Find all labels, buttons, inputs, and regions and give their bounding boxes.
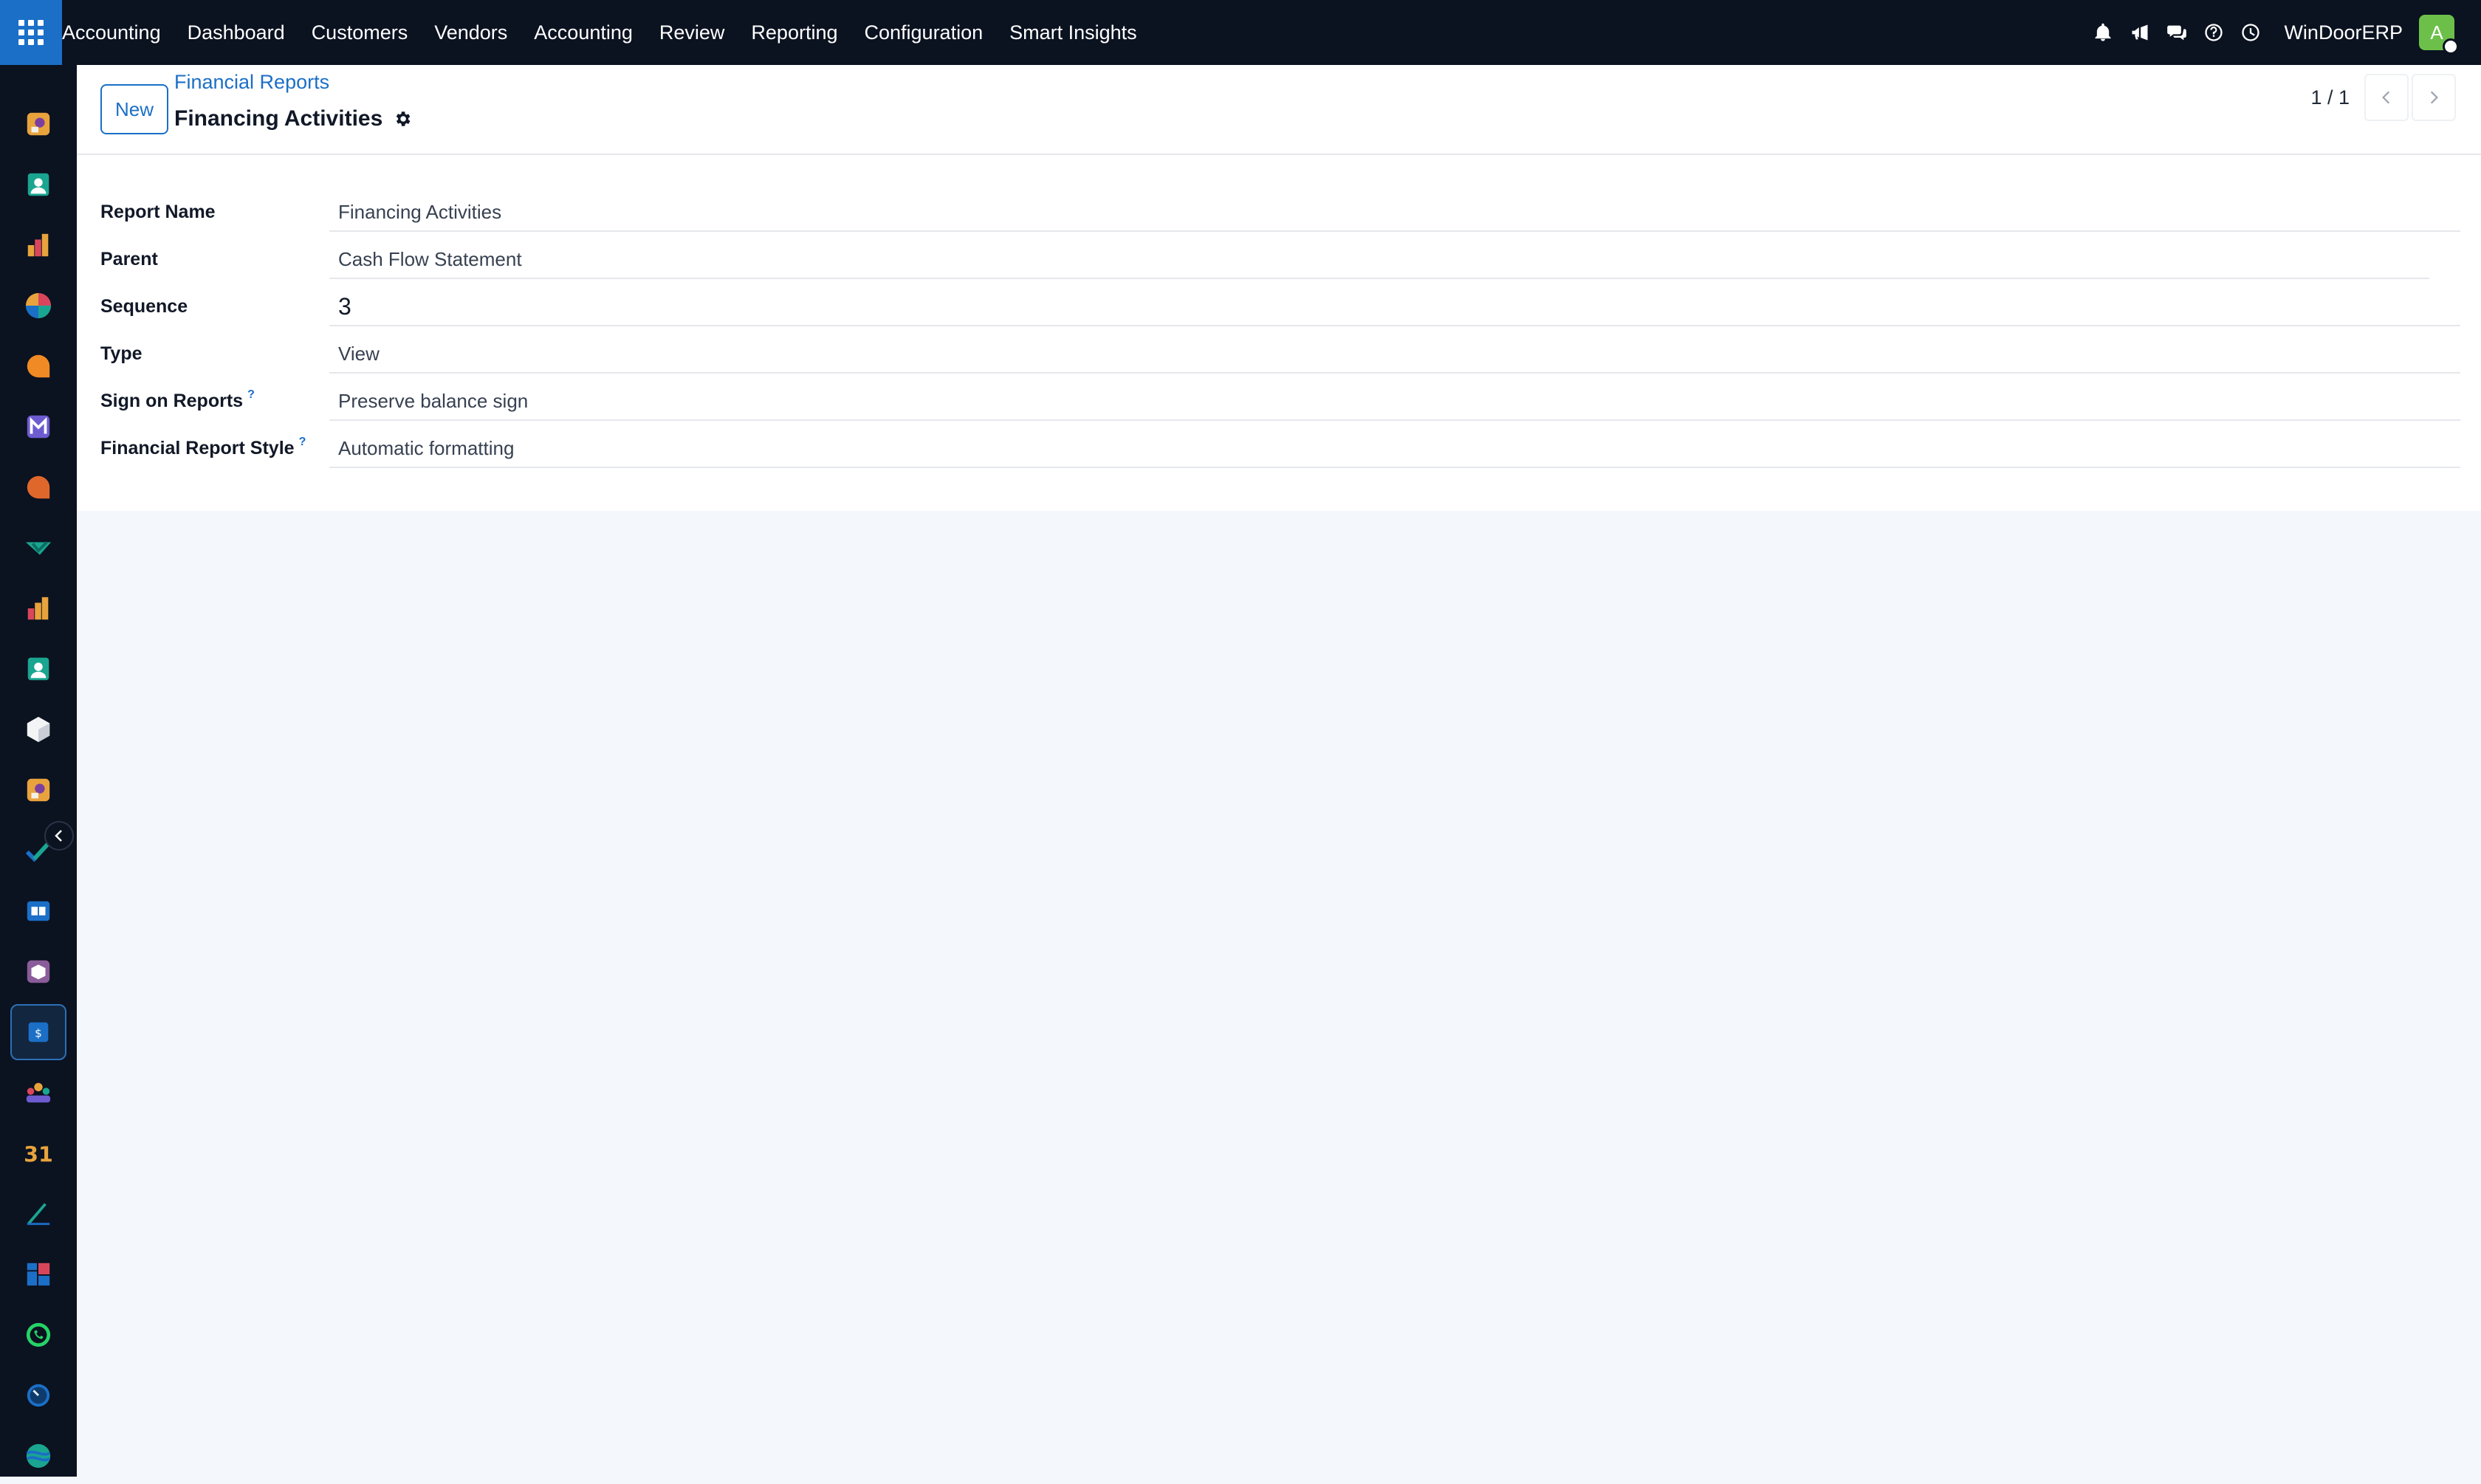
pager: 1 / 1 (2310, 74, 2456, 121)
analytics-icon[interactable] (10, 580, 66, 636)
reports-icon[interactable] (10, 217, 66, 273)
chevron-right-icon (2430, 91, 2438, 104)
inventory-icon[interactable] (10, 701, 66, 758)
app-sidebar: $ 31 (0, 65, 77, 1477)
packages-icon[interactable] (10, 944, 66, 1000)
discuss-icon[interactable] (10, 96, 66, 152)
menu-vendors[interactable]: Vendors (421, 0, 521, 65)
record-title-text: Financing Activities (174, 106, 383, 131)
chevron-left-icon (55, 830, 62, 842)
systray: WinDoorERP A (2084, 0, 2481, 65)
calendar-day: 31 (24, 1142, 52, 1167)
chat-icon[interactable] (2159, 15, 2195, 50)
app-name[interactable]: Accounting (62, 0, 174, 65)
whatsapp-icon[interactable] (10, 1307, 66, 1363)
field-label: Type (100, 343, 143, 364)
sidebar-collapse-button[interactable] (44, 821, 74, 851)
field-type: Type View (100, 334, 2460, 381)
pager-value[interactable]: 1 / 1 (2310, 86, 2350, 109)
knowledge-icon[interactable] (10, 883, 66, 939)
help-icon[interactable] (2196, 15, 2231, 50)
menu-accounting[interactable]: Accounting (521, 0, 646, 65)
menu-dashboard[interactable]: Dashboard (174, 0, 298, 65)
type-select[interactable]: View (329, 334, 2460, 374)
record-title: Financing Activities (174, 106, 412, 131)
field-label: Financial Report Style? (100, 428, 306, 468)
field-label: Report Name (100, 202, 216, 222)
megaphone-icon[interactable] (2122, 15, 2158, 50)
grid-icon (18, 20, 44, 45)
field-sequence: Sequence 3 (100, 286, 2460, 334)
pager-next-button[interactable] (2412, 74, 2456, 121)
sequence-input[interactable]: 3 (329, 286, 2460, 326)
field-financial-report-style: Financial Report Style? Automatic format… (100, 428, 2460, 475)
menu-review[interactable]: Review (646, 0, 738, 65)
report-name-input[interactable]: Financing Activities (329, 192, 2460, 232)
field-parent: Parent Cash Flow Statement (100, 239, 2460, 286)
financial-report-style-select[interactable]: Automatic formatting (329, 428, 2460, 468)
company-switcher[interactable]: WinDoorERP (2284, 21, 2403, 44)
clock-icon[interactable] (2233, 15, 2268, 50)
control-panel: New Financial Reports Financing Activiti… (77, 65, 2481, 155)
field-sign-on-reports: Sign on Reports? Preserve balance sign (100, 381, 2460, 428)
discuss-bubble-icon[interactable] (10, 338, 66, 394)
gear-icon[interactable] (393, 109, 412, 128)
accounting-icon[interactable]: $ (10, 1004, 66, 1060)
timesheet-icon[interactable] (10, 1367, 66, 1423)
menu-customers[interactable]: Customers (298, 0, 422, 65)
app-switcher-button[interactable] (0, 0, 62, 65)
help-tooltip-icon[interactable]: ? (247, 388, 255, 401)
bell-icon[interactable] (2085, 15, 2121, 50)
breadcrumb-parent-link[interactable]: Financial Reports (174, 71, 329, 94)
dashboards-icon[interactable] (10, 278, 66, 334)
svg-text:$: $ (35, 1027, 42, 1040)
projects-icon[interactable] (10, 762, 66, 818)
documents-icon[interactable] (10, 1186, 66, 1242)
menu-configuration[interactable]: Configuration (851, 0, 997, 65)
user-avatar[interactable]: A (2419, 15, 2459, 55)
presence-status-icon (2443, 38, 2459, 55)
pager-previous-button[interactable] (2364, 74, 2409, 121)
avatar-letter: A (2430, 21, 2443, 44)
help-tooltip-icon[interactable]: ? (299, 436, 306, 448)
field-label: Parent (100, 249, 158, 269)
crm-icon[interactable] (10, 1065, 66, 1121)
website-icon[interactable] (10, 1428, 66, 1484)
parent-select[interactable]: Cash Flow Statement (329, 239, 2429, 279)
contacts-icon[interactable] (10, 157, 66, 213)
calendar-icon[interactable]: 31 (10, 1125, 66, 1181)
new-button[interactable]: New (100, 84, 168, 134)
employees-icon[interactable] (10, 641, 66, 697)
form-sheet: Report Name Financing Activities Parent … (77, 155, 2481, 511)
chevron-left-icon (2382, 91, 2390, 104)
field-label: Sign on Reports? (100, 381, 255, 421)
livechat-icon[interactable] (10, 459, 66, 515)
top-navbar: Accounting Dashboard Customers Vendors A… (0, 0, 2481, 65)
field-label-text: Financial Report Style (100, 438, 295, 458)
sign-on-reports-select[interactable]: Preserve balance sign (329, 381, 2460, 421)
field-label-text: Sign on Reports (100, 391, 244, 411)
menu-reporting[interactable]: Reporting (738, 0, 851, 65)
main-menu: Accounting Dashboard Customers Vendors A… (62, 0, 1150, 65)
sign-icon[interactable] (10, 520, 66, 576)
mail-icon[interactable] (10, 399, 66, 455)
field-report-name: Report Name Financing Activities (100, 192, 2460, 239)
field-label: Sequence (100, 296, 188, 317)
apps-icon[interactable] (10, 1246, 66, 1302)
menu-smart-insights[interactable]: Smart Insights (996, 0, 1150, 65)
